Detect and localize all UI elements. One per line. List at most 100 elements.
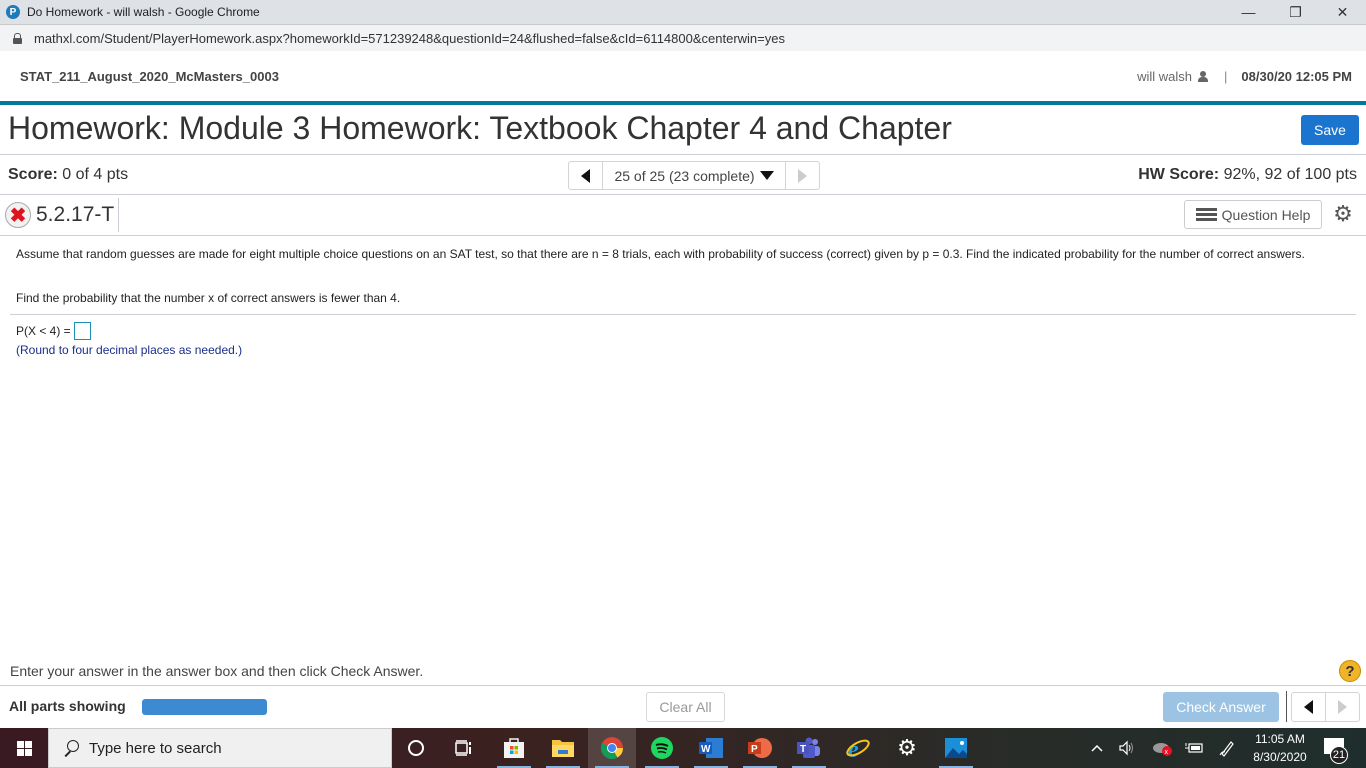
pearson-favicon-icon: P	[6, 5, 20, 19]
pen-icon	[1219, 741, 1234, 757]
battery-button[interactable]	[1184, 728, 1204, 768]
restore-button[interactable]: ❐	[1272, 0, 1319, 24]
footer-previous-button[interactable]	[1292, 693, 1326, 721]
svg-text:P: P	[751, 744, 758, 755]
search-placeholder: Type here to search	[89, 739, 222, 757]
parts-label: All parts showing	[9, 698, 126, 714]
gear-icon[interactable]: ⚙	[1332, 203, 1354, 225]
question-help-button[interactable]: Question Help	[1184, 200, 1322, 229]
folder-icon	[552, 740, 574, 757]
microsoft-store-button[interactable]	[490, 728, 538, 768]
divider	[10, 314, 1356, 315]
windows-logo-icon	[16, 740, 32, 756]
battery-plugged-icon	[1185, 743, 1203, 753]
notification-count-badge: 21	[1330, 746, 1348, 764]
cortana-icon	[408, 740, 424, 756]
chevron-up-icon	[1091, 744, 1103, 752]
internet-explorer-button[interactable]: e	[834, 728, 882, 768]
microsoft-store-icon	[504, 738, 524, 758]
help-icon[interactable]: ?	[1339, 660, 1361, 682]
previous-question-button[interactable]	[569, 162, 603, 189]
header-datetime: 08/30/20 12:05 PM	[1241, 69, 1352, 84]
question-id: 5.2.17-T	[36, 203, 115, 226]
answer-line: P(X < 4) =	[16, 322, 91, 340]
lock-icon	[13, 32, 22, 44]
question-prompt: Find the probability that the number x o…	[16, 291, 401, 305]
footer-question-nav	[1291, 692, 1360, 722]
incorrect-x-icon: ✖	[5, 202, 31, 228]
settings-gear-icon: ⚙	[897, 735, 917, 760]
svg-text:x: x	[1165, 749, 1169, 756]
browser-title-bar: P Do Homework - will walsh - Google Chro…	[0, 0, 1366, 24]
svg-text:W: W	[701, 744, 711, 755]
score-label: Score:	[8, 166, 58, 183]
course-name: STAT_211_August_2020_McMasters_0003	[20, 69, 279, 84]
photos-button[interactable]	[932, 728, 980, 768]
question-id-area: ✖ 5.2.17-T	[5, 198, 120, 232]
hw-score-label: HW Score:	[1138, 166, 1220, 183]
minimize-button[interactable]: —	[1225, 0, 1272, 24]
caret-left-icon	[581, 168, 590, 183]
clock-date: 8/30/2020	[1253, 750, 1307, 764]
divider	[0, 685, 1366, 686]
spotify-button[interactable]	[638, 728, 686, 768]
clear-all-button[interactable]: Clear All	[646, 692, 725, 722]
question-position: 25 of 25 (23 complete)	[614, 167, 755, 184]
chrome-icon	[600, 737, 623, 759]
show-hidden-icons-button[interactable]	[1090, 728, 1104, 768]
header-accent-bar	[0, 101, 1366, 105]
taskbar-search[interactable]: Type here to search	[48, 728, 392, 768]
clock-time: 11:05 AM	[1255, 732, 1305, 746]
caret-right-icon	[1338, 700, 1347, 714]
header-separator: |	[1224, 69, 1228, 84]
parts-progress-bar	[142, 699, 267, 715]
score-value: 0 of 4 pts	[57, 166, 129, 183]
powerpoint-icon: P	[748, 738, 772, 758]
question-navigator: 25 of 25 (23 complete)	[568, 161, 820, 190]
pen-workspace-button[interactable]	[1218, 728, 1236, 768]
save-button[interactable]: Save	[1301, 115, 1359, 145]
window-title: Do Homework - will walsh - Google Chrome	[27, 5, 260, 19]
onedrive-status-button[interactable]: x	[1152, 728, 1174, 768]
answer-label: P(X < 4) =	[16, 324, 71, 338]
footer-next-button[interactable]	[1326, 693, 1359, 721]
photos-icon	[945, 738, 967, 758]
teams-icon: T	[797, 737, 820, 758]
start-button[interactable]	[0, 728, 48, 768]
close-button[interactable]: ✕	[1319, 0, 1366, 24]
caret-left-icon	[1304, 700, 1313, 714]
settings-button[interactable]: ⚙	[883, 728, 931, 768]
speaker-icon	[1119, 740, 1133, 756]
instruction-text: Enter your answer in the answer box and …	[10, 663, 424, 679]
question-select-dropdown[interactable]: 25 of 25 (23 complete)	[603, 162, 786, 189]
internet-explorer-icon: e	[846, 737, 870, 760]
cortana-button[interactable]	[392, 728, 440, 768]
task-view-button[interactable]	[440, 728, 488, 768]
question-text: Assume that random guesses are made for …	[16, 247, 1305, 261]
address-bar[interactable]: mathxl.com/Student/PlayerHomework.aspx?h…	[0, 24, 1366, 51]
next-question-button[interactable]	[786, 162, 819, 189]
search-icon	[63, 740, 79, 756]
onedrive-error-icon: x	[1153, 743, 1172, 756]
divider	[0, 235, 1366, 236]
rounding-hint: (Round to four decimal places as needed.…	[16, 343, 243, 357]
page-title: Homework: Module 3 Homework: Textbook Ch…	[8, 110, 952, 146]
word-button[interactable]: W	[687, 728, 735, 768]
file-explorer-button[interactable]	[539, 728, 587, 768]
teams-button[interactable]: T	[785, 728, 833, 768]
course-header: STAT_211_August_2020_McMasters_0003 will…	[0, 51, 1366, 102]
answer-input[interactable]	[73, 322, 91, 340]
question-score: Score: 0 of 4 pts	[8, 166, 128, 184]
question-help-label: Question Help	[1221, 206, 1311, 223]
powerpoint-button[interactable]: P	[736, 728, 784, 768]
word-icon: W	[699, 738, 723, 758]
chrome-button[interactable]	[588, 728, 636, 768]
volume-button[interactable]	[1118, 728, 1136, 768]
parts-progress-fill	[142, 699, 267, 715]
url-text[interactable]: mathxl.com/Student/PlayerHomework.aspx?h…	[34, 31, 785, 46]
user-name[interactable]: will walsh	[1137, 69, 1192, 84]
task-view-icon	[455, 740, 471, 756]
check-answer-button[interactable]: Check Answer	[1163, 692, 1279, 722]
taskbar-clock[interactable]: 11:05 AM 8/30/2020	[1248, 730, 1312, 766]
caret-down-icon	[759, 171, 774, 180]
